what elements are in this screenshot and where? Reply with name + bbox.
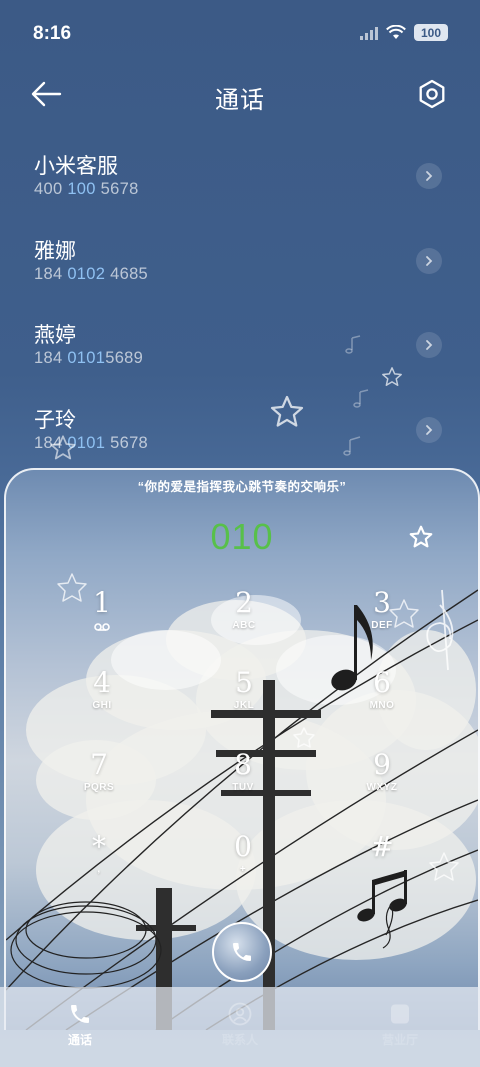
- contact-list: 小米客服 400 100 5678 雅娜 184 0102 4685 燕婷 18…: [0, 138, 480, 476]
- key-digit: 7: [90, 748, 108, 781]
- chevron-right-icon: [426, 171, 433, 181]
- dial-key-2[interactable]: 2 ABC: [194, 586, 294, 656]
- number-suffix: 5678: [105, 433, 149, 452]
- contact-detail-button[interactable]: [416, 332, 442, 358]
- contact-name: 小米客服: [34, 155, 118, 178]
- phone-icon: [67, 1001, 93, 1027]
- person-icon: [227, 1001, 253, 1027]
- contact-name: 子玲: [34, 408, 76, 432]
- nav-label: 联系人: [221, 1033, 258, 1047]
- number-prefix: 184: [34, 349, 68, 367]
- key-letters: +: [239, 864, 247, 875]
- contact-number: 184 0101 5678: [34, 434, 148, 453]
- phone-call-icon: [233, 943, 251, 961]
- number-suffix: 5678: [95, 180, 139, 198]
- key-digit: 0: [234, 830, 252, 863]
- key-letters: DEF: [371, 620, 393, 631]
- settings-button[interactable]: [416, 78, 448, 110]
- dial-key-hash[interactable]: #: [332, 830, 432, 900]
- key-digit: 2: [235, 586, 253, 619]
- number-match: 0102: [67, 264, 106, 283]
- chevron-right-icon: [426, 340, 433, 350]
- key-letters: ABC: [232, 620, 256, 631]
- contact-name: 雅娜: [34, 239, 76, 263]
- key-digit: 3: [373, 586, 391, 619]
- dial-key-9[interactable]: 9 WXYZ: [332, 748, 432, 818]
- dial-key-star[interactable]: * ,: [49, 830, 149, 900]
- key-digit: 4: [93, 666, 111, 699]
- gear-icon: [419, 79, 445, 109]
- page-title: 通话: [215, 87, 265, 114]
- nav-label: 营业厅: [381, 1033, 418, 1047]
- number-prefix: 184: [34, 264, 68, 283]
- favorite-button[interactable]: [408, 524, 434, 550]
- dial-key-0[interactable]: 0 +: [193, 830, 293, 900]
- key-digit: 1: [93, 586, 111, 619]
- contact-row[interactable]: 子玲 184 0101 5678: [0, 392, 480, 477]
- number-match: 0101: [67, 433, 106, 452]
- status-bar: 8:16 100: [0, 0, 480, 68]
- dial-key-3[interactable]: 3 DEF: [332, 586, 432, 656]
- number-match: 0101: [67, 349, 106, 367]
- nav-label: 通话: [67, 1033, 92, 1047]
- nav-tab-store[interactable]: 营业厅: [320, 987, 480, 1067]
- dialer-panel: “你的爱是指挥我心跳节奏的交响乐” 010 1 2 ABC 3 DEF 4 GH…: [4, 468, 480, 1030]
- contact-detail-button[interactable]: [416, 416, 442, 443]
- star-icon: [409, 525, 433, 548]
- dial-key-8[interactable]: 8 TUV: [193, 748, 293, 818]
- key-letters: JKL: [233, 700, 255, 711]
- key-digit: 5: [235, 666, 253, 699]
- key-digit: 8: [234, 748, 252, 781]
- dial-key-7[interactable]: 7 PQRS: [49, 748, 149, 818]
- key-digit: 6: [373, 666, 391, 699]
- call-button[interactable]: [212, 922, 272, 982]
- dial-key-6[interactable]: 6 MNO: [332, 666, 432, 736]
- number-prefix: 184: [34, 433, 68, 452]
- key-letters: PQRS: [83, 782, 115, 793]
- key-letters: WXYZ: [366, 782, 398, 793]
- contact-row[interactable]: 雅娜 184 0102 4685: [0, 223, 480, 308]
- key-digit: *: [92, 830, 106, 863]
- battery-icon: 100: [414, 24, 448, 41]
- voicemail-icon: [94, 623, 110, 631]
- key-digit: 9: [373, 748, 391, 781]
- status-icons: 100: [360, 24, 448, 41]
- contact-detail-button[interactable]: [416, 163, 442, 189]
- store-icon: [387, 1001, 413, 1027]
- chevron-right-icon: [426, 255, 433, 266]
- contact-number: 400 100 5678: [34, 180, 139, 199]
- app-header: 通话: [0, 68, 480, 124]
- dial-key-1[interactable]: 1: [52, 586, 152, 656]
- number-prefix: 400: [34, 180, 68, 198]
- key-letters: TUV: [232, 782, 254, 793]
- nav-tab-calls[interactable]: 通话: [0, 987, 160, 1067]
- key-letters: MNO: [369, 700, 395, 711]
- key-digit: #: [370, 830, 394, 863]
- key-letters: ,: [97, 864, 101, 875]
- contact-name: 燕婷: [34, 324, 76, 347]
- nav-tab-contacts[interactable]: 联系人: [160, 987, 320, 1067]
- number-match: 100: [67, 180, 96, 198]
- chevron-right-icon: [426, 424, 433, 435]
- dial-key-5[interactable]: 5 JKL: [194, 666, 294, 736]
- contact-number: 184 0102 4685: [34, 265, 148, 284]
- signal-icon: [360, 26, 378, 40]
- contact-row[interactable]: 燕婷 184 01015689: [0, 307, 480, 392]
- dial-key-4[interactable]: 4 GHI: [52, 666, 152, 736]
- number-suffix: 4685: [105, 264, 149, 283]
- contact-row[interactable]: 小米客服 400 100 5678: [0, 138, 480, 223]
- contact-detail-button[interactable]: [416, 247, 442, 274]
- key-letters: GHI: [92, 700, 112, 711]
- bottom-nav: 通话 联系人 营业厅: [0, 987, 480, 1067]
- dialer-quote: “你的爱是指挥我心跳节奏的交响乐”: [137, 480, 347, 494]
- wifi-icon: [386, 24, 406, 39]
- status-time: 8:16: [33, 23, 72, 44]
- number-suffix: 5689: [105, 349, 144, 367]
- contact-number: 184 01015689: [34, 349, 143, 368]
